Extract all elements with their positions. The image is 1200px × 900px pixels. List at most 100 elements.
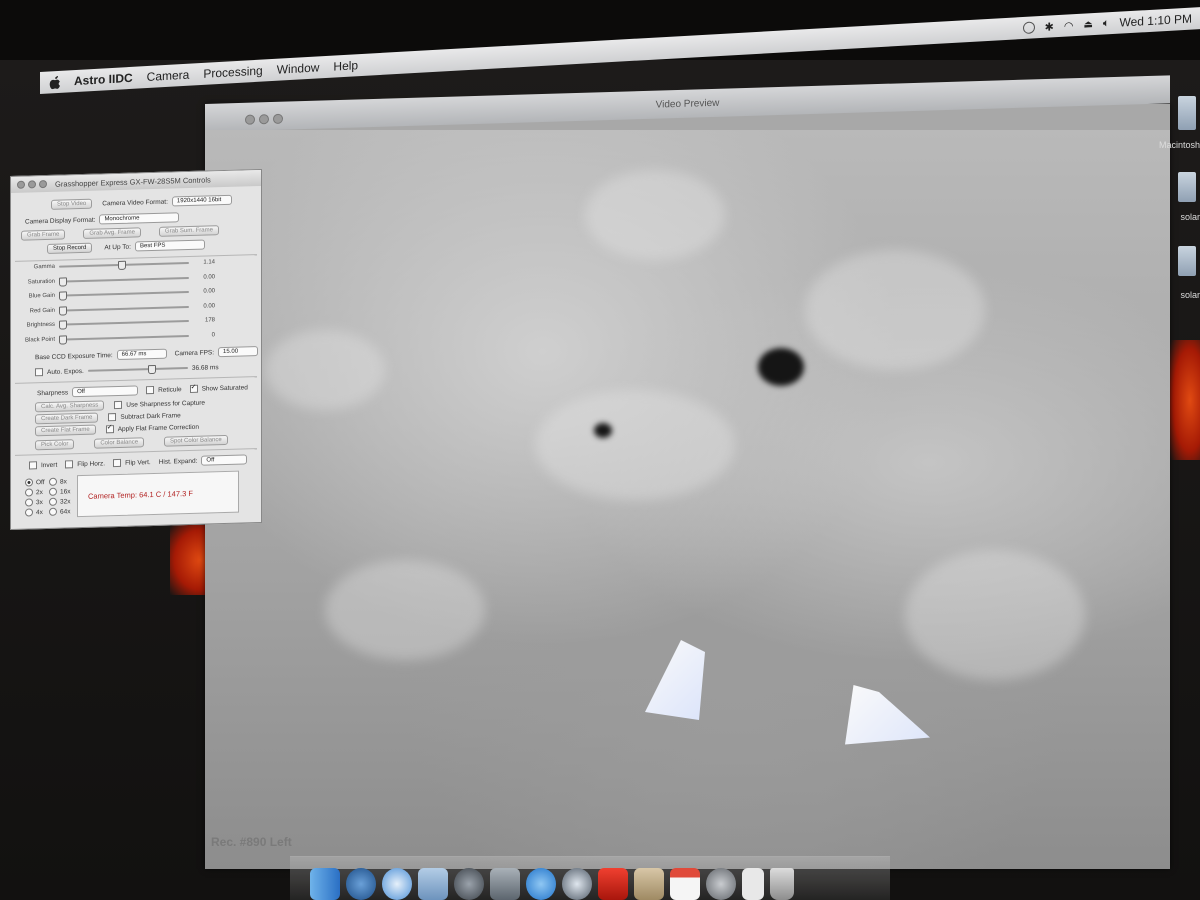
- calc-avg-sharpness-button[interactable]: Calc. Avg. Sharpness: [35, 400, 105, 413]
- create-flat-frame-button[interactable]: Create Flat Frame: [35, 424, 96, 437]
- slider-row: Black Point 0: [21, 332, 215, 345]
- finder-icon[interactable]: [310, 868, 340, 900]
- minimize-button[interactable]: [259, 114, 269, 125]
- zoom-radio[interactable]: [49, 497, 57, 506]
- auto-expos-checkbox[interactable]: [35, 368, 43, 377]
- time-machine-icon[interactable]: [1022, 21, 1035, 35]
- menu-processing[interactable]: Processing: [203, 64, 262, 81]
- launchpad-icon[interactable]: [454, 868, 484, 900]
- slider-thumb[interactable]: [59, 334, 67, 345]
- slider-label: Red Gain: [29, 307, 55, 314]
- slider-thumb[interactable]: [59, 320, 67, 330]
- pick-color-button[interactable]: Pick Color: [35, 439, 75, 451]
- controls-minimize-button[interactable]: [28, 180, 36, 189]
- folder-icon[interactable]: [1178, 172, 1196, 202]
- zoom-radio[interactable]: [49, 477, 57, 486]
- create-dark-frame-button[interactable]: Create Dark Frame: [35, 412, 99, 425]
- show-saturated-checkbox[interactable]: [189, 384, 198, 393]
- spot-color-balance-button[interactable]: Spot Color Balance: [164, 434, 228, 447]
- slider-thumb[interactable]: [59, 305, 67, 316]
- grab-sum-frame-button[interactable]: Grab Sum. Frame: [158, 225, 219, 237]
- slider-track[interactable]: [59, 334, 189, 345]
- controls-close-button[interactable]: [17, 180, 25, 189]
- app-store-icon[interactable]: [526, 868, 556, 900]
- sharpness-select[interactable]: Off: [72, 385, 139, 398]
- slider-thumb[interactable]: [59, 291, 67, 301]
- calendar-icon[interactable]: [670, 868, 700, 900]
- color-balance-button[interactable]: Color Balance: [94, 437, 145, 449]
- contacts-icon[interactable]: [634, 868, 664, 900]
- zoom-radio[interactable]: [25, 498, 33, 507]
- fps-input[interactable]: 15.00: [218, 346, 259, 358]
- preview-photos-icon[interactable]: [490, 868, 520, 900]
- photo-booth-icon[interactable]: [598, 868, 628, 900]
- slider-track[interactable]: [59, 305, 189, 316]
- slider-row: Blue Gain 0.00: [21, 288, 215, 301]
- menu-clock[interactable]: Wed 1:10 PM: [1120, 12, 1192, 30]
- zoom-option-label: Off: [36, 478, 45, 486]
- slider-track[interactable]: [59, 260, 189, 270]
- volume-icon[interactable]: 🔈︎: [1103, 17, 1110, 30]
- globe-icon[interactable]: [346, 868, 376, 900]
- bluetooth-icon[interactable]: ✱: [1045, 20, 1054, 34]
- sunspot-large: [758, 348, 804, 386]
- grab-frame-button[interactable]: Grab Frame: [21, 229, 66, 241]
- zoom-radio[interactable]: [49, 487, 57, 496]
- sunspot-small: [594, 423, 612, 438]
- flip-horz-checkbox[interactable]: [65, 460, 74, 469]
- desktop-item-label[interactable]: solar: [1180, 290, 1200, 300]
- desktop-item-label[interactable]: Macintosh: [1159, 140, 1200, 150]
- stop-video-button[interactable]: Stop Video: [51, 198, 93, 210]
- auto-expos-value: 36.68 ms: [191, 363, 219, 372]
- apple-menu-icon[interactable]: [48, 75, 62, 90]
- hard-drive-icon[interactable]: [1178, 96, 1196, 130]
- slider-thumb[interactable]: [117, 260, 126, 270]
- flip-vert-checkbox[interactable]: [113, 458, 122, 468]
- exposure-input[interactable]: 66.67 ms: [116, 348, 167, 361]
- grab-avg-frame-button[interactable]: Grab Avg. Frame: [83, 227, 141, 239]
- app-menu[interactable]: Astro IIDC: [74, 71, 133, 88]
- wifi-icon[interactable]: ◠: [1064, 19, 1074, 33]
- hist-expand-select[interactable]: Off: [201, 454, 248, 466]
- zoom-button[interactable]: [273, 113, 283, 124]
- menu-camera[interactable]: Camera: [147, 68, 190, 84]
- granulation-patch: [265, 330, 385, 410]
- slider-track[interactable]: [59, 320, 189, 330]
- controls-zoom-button[interactable]: [39, 179, 47, 189]
- sharpness-label: Sharpness: [37, 388, 69, 397]
- safari-compass-icon[interactable]: [382, 868, 412, 900]
- subtract-dark-checkbox[interactable]: [108, 413, 117, 422]
- use-sharpness-checkbox[interactable]: [114, 400, 123, 410]
- zoom-radio-group: Off 8x 2x 16x 3x 32x 4x 64x: [25, 477, 75, 517]
- video-format-select[interactable]: 1920x1440 16bit: [171, 194, 232, 207]
- zoom-radio[interactable]: [25, 478, 33, 487]
- slider-track[interactable]: [59, 291, 189, 301]
- close-button[interactable]: [245, 114, 255, 125]
- document-icon[interactable]: [742, 868, 764, 900]
- zoom-radio[interactable]: [25, 508, 33, 517]
- at-up-to-select[interactable]: Best FPS: [134, 239, 205, 252]
- camera-app-icon[interactable]: [562, 868, 592, 900]
- menu-help[interactable]: Help: [333, 58, 358, 73]
- folder-icon[interactable]: [1178, 246, 1196, 276]
- auto-expos-slider[interactable]: [87, 364, 188, 375]
- zoom-radio[interactable]: [49, 507, 57, 516]
- apply-flat-checkbox[interactable]: [105, 425, 114, 434]
- display-format-select[interactable]: Monochrome: [99, 212, 180, 225]
- show-saturated-label: Show Saturated: [201, 383, 248, 393]
- desktop-item-label[interactable]: solar: [1180, 212, 1200, 222]
- eject-icon[interactable]: ⏏: [1083, 19, 1092, 31]
- invert-checkbox[interactable]: [29, 461, 37, 470]
- slider-thumb[interactable]: [147, 364, 156, 375]
- mail-icon[interactable]: [418, 868, 448, 900]
- stop-record-button[interactable]: Stop Record: [47, 242, 93, 254]
- slider-value: 0.00: [203, 288, 215, 295]
- zoom-radio[interactable]: [25, 488, 33, 497]
- menu-window[interactable]: Window: [277, 60, 320, 76]
- slider-value: 0.00: [203, 273, 215, 281]
- trash-icon[interactable]: [770, 868, 794, 900]
- reticule-checkbox[interactable]: [146, 385, 155, 395]
- system-preferences-icon[interactable]: [706, 868, 736, 900]
- slider-thumb[interactable]: [59, 276, 67, 287]
- slider-track[interactable]: [59, 276, 189, 287]
